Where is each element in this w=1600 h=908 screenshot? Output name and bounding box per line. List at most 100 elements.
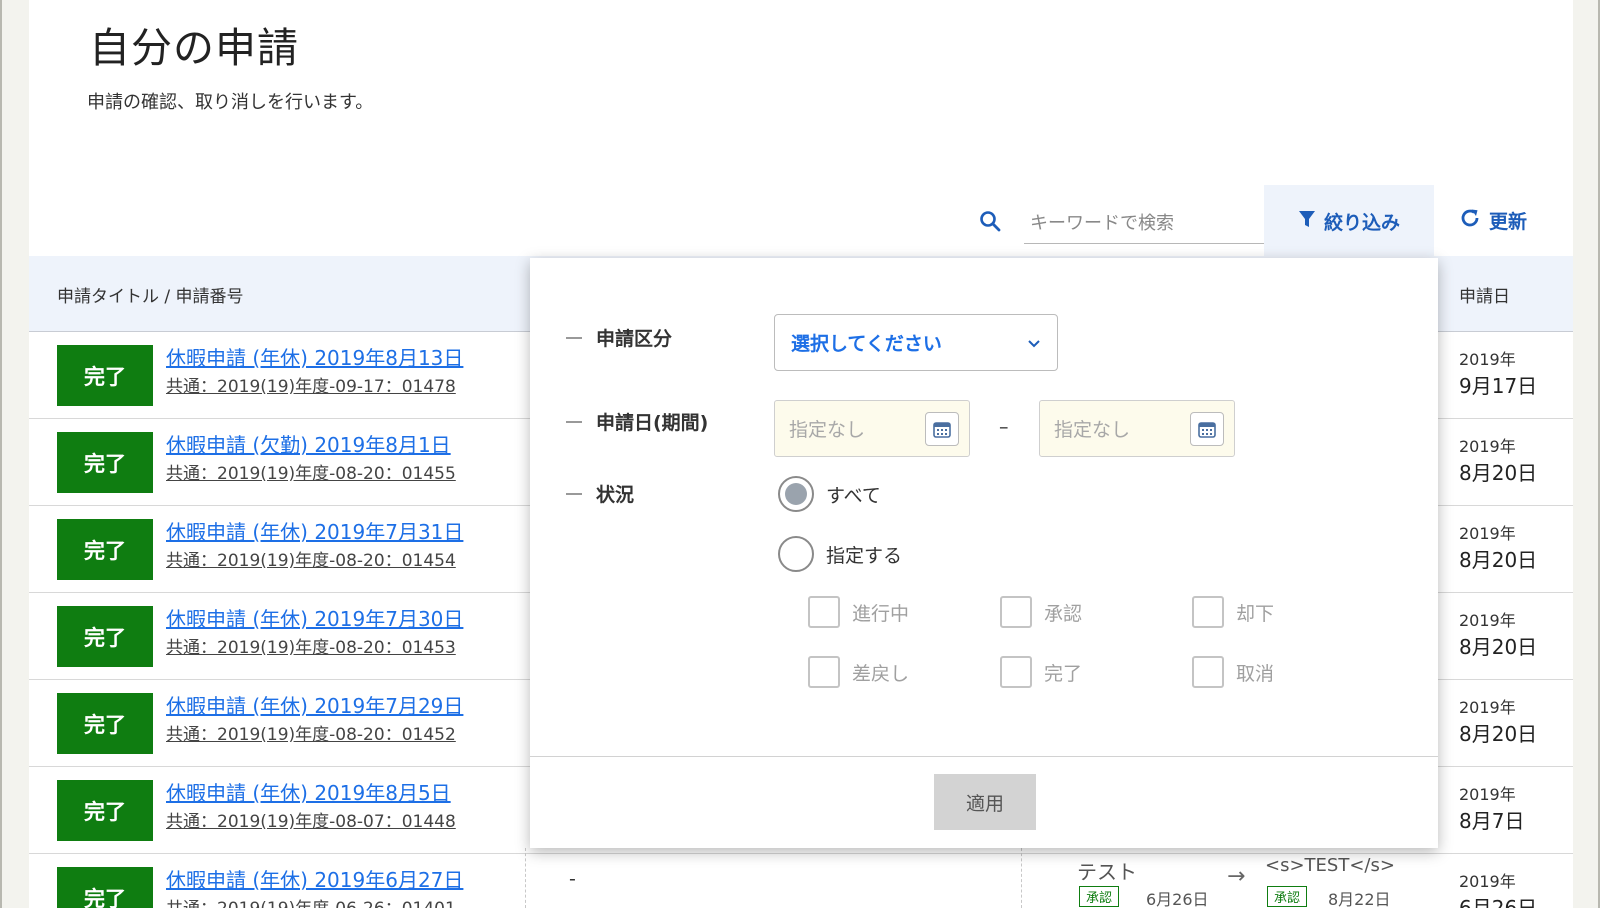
checkbox-label: 承認: [1044, 602, 1083, 625]
checkbox-box: [1000, 656, 1032, 688]
filter-category-label: 申請区分: [566, 324, 672, 351]
calendar-icon[interactable]: [1190, 411, 1224, 446]
filter-date-label: 申請日(期間): [566, 408, 708, 435]
checkbox-label: 却下: [1236, 602, 1275, 625]
filter-button[interactable]: 絞り込み: [1264, 185, 1434, 257]
column-divider: [525, 848, 526, 908]
request-date-year: 2019年: [1459, 350, 1516, 369]
request-date-year: 2019年: [1459, 785, 1516, 804]
request-title-link[interactable]: 休暇申請 (欠勤) 2019年8月1日: [166, 429, 451, 458]
radio-all-label: すべて: [826, 484, 881, 507]
checkbox-approved[interactable]: 承認: [1000, 596, 1082, 628]
checkbox-cancelled[interactable]: 取消: [1192, 656, 1274, 688]
request-title-link[interactable]: 休暇申請 (年休) 2019年7月30日: [166, 603, 463, 632]
category-select[interactable]: 選択してください: [774, 314, 1058, 371]
filter-popup: 申請区分 選択してください 申請日(期間) 指定なし – 指定なし 状況 すべて…: [530, 258, 1438, 848]
date-to-field[interactable]: 指定なし: [1039, 400, 1235, 457]
request-title-link[interactable]: 休暇申請 (年休) 2019年8月13日: [166, 342, 463, 371]
request-date-day: 8月20日: [1459, 461, 1538, 485]
window-frame-left: [0, 0, 2, 908]
search-input[interactable]: [1024, 204, 1264, 244]
calendar-icon[interactable]: [925, 411, 959, 446]
request-date-year: 2019年: [1459, 437, 1516, 456]
bullet-dash: [566, 492, 582, 495]
request-number: 共通：2019(19)年度-08-20：01452: [166, 725, 456, 745]
route-from-badge: 承認: [1079, 886, 1120, 907]
filter-popup-footer: 適用: [530, 756, 1438, 848]
request-date-year: 2019年: [1459, 698, 1516, 717]
search-icon[interactable]: [979, 210, 1001, 232]
column-header-date: 申請日: [1459, 287, 1510, 307]
request-number: 共通：2019(19)年度-08-20：01454: [166, 551, 456, 571]
route-to-name: <s>TEST</s>: [1265, 855, 1395, 876]
request-title-link[interactable]: 休暇申請 (年休) 2019年7月29日: [166, 690, 463, 719]
status-badge: 完了: [57, 432, 153, 493]
date-from-field[interactable]: 指定なし: [774, 400, 970, 457]
column-header-title: 申請タイトル / 申請番号: [57, 287, 244, 307]
request-number: 共通：2019(19)年度-08-07：01448: [166, 812, 456, 832]
request-date-day: 6月26日: [1459, 896, 1538, 908]
request-title-link[interactable]: 休暇申請 (年休) 2019年7月31日: [166, 516, 463, 545]
request-number: 共通：2019(19)年度-06-26：01401: [166, 894, 456, 908]
status-badge: 完了: [57, 606, 153, 667]
checkbox-completed[interactable]: 完了: [1000, 656, 1082, 688]
filter-icon: [1298, 209, 1316, 234]
refresh-button[interactable]: 更新: [1459, 207, 1527, 234]
checkbox-box: [808, 596, 840, 628]
status-badge: 完了: [57, 780, 153, 841]
bullet-dash: [566, 420, 582, 423]
status-badge: 完了: [57, 519, 153, 580]
checkbox-box: [1192, 656, 1224, 688]
request-date-year: 2019年: [1459, 524, 1516, 543]
route-to-date: 8月22日: [1328, 890, 1391, 908]
checkbox-box: [1000, 596, 1032, 628]
page-title: 自分の申請: [89, 24, 299, 72]
category-select-value: 選択してください: [791, 333, 942, 355]
status-badge: 完了: [57, 867, 153, 908]
request-title-link[interactable]: 休暇申請 (年休) 2019年8月5日: [166, 777, 451, 806]
request-date-day: 8月7日: [1459, 809, 1525, 833]
filter-status-text: 状況: [596, 484, 635, 506]
status-badge: 完了: [57, 345, 153, 406]
date-from-placeholder: 指定なし: [789, 419, 866, 441]
column-divider: [1021, 848, 1022, 908]
bullet-dash: [566, 336, 582, 339]
row-dash: -: [569, 868, 576, 890]
filter-category-text: 申請区分: [596, 328, 673, 350]
request-title-link[interactable]: 休暇申請 (年休) 2019年6月27日: [166, 864, 463, 893]
radio-button-selected: [778, 476, 814, 512]
apply-button[interactable]: 適用: [934, 774, 1036, 830]
filter-date-text: 申請日(期間): [596, 412, 709, 434]
status-badge: 完了: [57, 693, 153, 754]
request-date-year: 2019年: [1459, 611, 1516, 630]
date-range-separator: –: [999, 416, 1009, 438]
request-date-day: 8月20日: [1459, 722, 1538, 746]
route-from-name: テスト: [1077, 860, 1137, 884]
radio-specify-label: 指定する: [826, 544, 903, 567]
checkbox-label: 取消: [1236, 662, 1275, 685]
radio-button: [778, 536, 814, 572]
radio-specify[interactable]: 指定する: [778, 536, 902, 572]
request-date-day: 8月20日: [1459, 548, 1538, 572]
request-number: 共通：2019(19)年度-08-20：01455: [166, 464, 456, 484]
radio-all[interactable]: すべて: [778, 476, 881, 512]
checkbox-returned[interactable]: 差戻し: [808, 656, 909, 688]
checkbox-box: [808, 656, 840, 688]
checkbox-box: [1192, 596, 1224, 628]
filter-status-label: 状況: [566, 480, 634, 507]
request-date-year: 2019年: [1459, 872, 1516, 891]
route-to-badge: 承認: [1267, 886, 1308, 907]
chevron-down-icon: [1027, 332, 1041, 354]
route-arrow: →: [1227, 864, 1246, 889]
request-date-day: 8月20日: [1459, 635, 1538, 659]
request-number: 共通：2019(19)年度-09-17：01478: [166, 377, 456, 397]
refresh-button-label: 更新: [1489, 211, 1528, 233]
request-date-day: 9月17日: [1459, 374, 1538, 398]
checkbox-rejected[interactable]: 却下: [1192, 596, 1274, 628]
filter-button-label: 絞り込み: [1323, 211, 1400, 234]
checkbox-in-progress[interactable]: 進行中: [808, 596, 909, 628]
checkbox-label: 差戻し: [852, 662, 910, 685]
page-description: 申請の確認、取り消しを行います。: [87, 92, 374, 113]
refresh-icon: [1459, 207, 1481, 234]
request-number: 共通：2019(19)年度-08-20：01453: [166, 638, 456, 658]
